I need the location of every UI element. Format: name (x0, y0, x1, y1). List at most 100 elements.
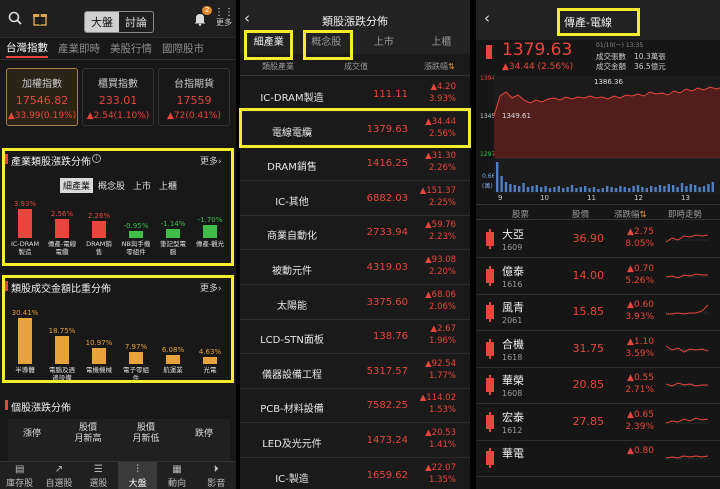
nav-watchlist[interactable]: ↗ 自選股 (39, 462, 78, 489)
sector-volume: 1416.25 (366, 158, 408, 170)
col-trend[interactable]: 即時走勢 (668, 208, 702, 220)
tab-otc[interactable]: 上櫃 (413, 36, 471, 54)
trend-icon (486, 45, 492, 59)
col-change-label: 漲跌幅 (424, 62, 448, 71)
sector-name: 太陽能 (277, 300, 307, 312)
sector-row[interactable]: 儀器設備工程 5317.57 ▲92.54 1.77% (240, 355, 470, 389)
tab-taiwan-index[interactable]: 台灣指數 (6, 40, 48, 58)
volume-bar (667, 184, 670, 192)
tab-listed[interactable]: 上市 (355, 36, 413, 54)
tab-us-stocks[interactable]: 美股行情 (110, 41, 152, 56)
nav-screener[interactable]: ☰ 選股 (79, 462, 118, 489)
stock-row[interactable]: 華榮 1608 20.85 ▲0.55 2.71% (476, 368, 720, 404)
sector-row[interactable]: 電線電纜 1379.63 ▲34.44 2.56% (240, 113, 470, 147)
col-volume[interactable]: 成交值 (344, 61, 368, 72)
volume-bar-value: 4.63% (198, 348, 222, 357)
segment-discuss[interactable]: 討論 (119, 12, 153, 32)
amt-label: 成交金額 (596, 62, 626, 71)
sector-bar[interactable] (203, 225, 217, 238)
sector-name: 儀器設備工程 (262, 369, 322, 381)
sector-row[interactable]: 商業自動化 2733.94 ▲59.76 2.23% (240, 216, 470, 251)
index-change: ▲33.99(0.19%) (7, 111, 77, 121)
volume-bar (570, 185, 574, 192)
segment-market[interactable]: 大盤 (85, 12, 119, 32)
tab-concept[interactable]: 概念股 (298, 36, 356, 54)
search-icon[interactable] (8, 11, 22, 28)
sector-change-pct: 1.77% (428, 370, 456, 381)
top-bar: 大盤 討論 2 ⋮⋮ 更多 (0, 0, 236, 38)
sector-name: IC-製造 (275, 473, 309, 485)
sort-icon: ⇅ (448, 62, 455, 71)
month-high-item[interactable]: 股價 月新高 (68, 423, 108, 445)
volume-bar (614, 188, 618, 192)
sector-row[interactable]: IC-DRAM製造 111.11 ▲4.20 3.93% (240, 78, 470, 112)
volume-bar-label: 航運業 (163, 366, 183, 374)
volume-bar[interactable] (18, 318, 32, 364)
tab-sub-industry[interactable]: 細產業 (240, 36, 298, 54)
sector-name: DRAM銷售 (267, 162, 317, 174)
stock-row[interactable]: 億泰 1616 14.00 ▲0.70 5.26% (476, 259, 720, 295)
month-low-item[interactable]: 股價 月新低 (126, 423, 166, 445)
sector-row[interactable]: LED及光元件 1473.24 ▲20.53 1.41% (240, 424, 470, 458)
sector-bar-chart: 3.93% IC-DRAM製造 2.56% 傳產-電線電纜 2.26% DRAM銷售 -0.… (0, 144, 236, 269)
stock-change: ▲2.75 8.05% (614, 226, 654, 250)
sector-row[interactable]: IC-製造 1659.62 ▲22.07 1.35% (240, 459, 470, 489)
index-card-taiex[interactable]: 加權指數 17546.82 ▲33.99(0.19%) (6, 68, 78, 126)
sector-bar[interactable] (92, 221, 106, 238)
tab-industry-live[interactable]: 產業即時 (58, 41, 100, 56)
nav-trends[interactable]: ▦ 動向 (157, 462, 196, 489)
volume-bar[interactable] (92, 347, 106, 364)
limit-up-item[interactable]: 漲停 (12, 429, 52, 440)
nav-portfolio[interactable]: ▤ 庫存股 (0, 462, 39, 489)
stock-row[interactable]: 風青 2061 15.85 ▲0.60 3.93% (476, 295, 720, 331)
index-card-otc[interactable]: 櫃買指數 233.01 ▲2.54(1.10%) (82, 68, 154, 126)
volume-bar (645, 188, 648, 192)
sector-bar[interactable] (55, 218, 69, 238)
more-label: 更多 (216, 18, 232, 27)
sector-row[interactable]: LCD-STN面板 138.76 ▲2.67 1.96% (240, 320, 470, 355)
sector-change-value: ▲34.44 (425, 116, 456, 127)
volume-bar[interactable] (166, 354, 180, 364)
index-card-futures[interactable]: 台指期貨 17559 ▲72(0.41%) (158, 68, 230, 126)
sector-name: LED及光元件 (262, 439, 322, 450)
sector-name: PCB-材料設備 (260, 404, 324, 416)
stock-row[interactable]: 大亞 1609 36.90 ▲2.75 8.05% (476, 222, 720, 258)
sparkline (666, 272, 710, 279)
limit-down-item[interactable]: 跌停 (184, 429, 224, 440)
sector-bar[interactable] (166, 229, 180, 238)
volume-bar[interactable] (55, 335, 69, 364)
sector-row[interactable]: IC-其他 6882.03 ▲151.37 2.25% (240, 182, 470, 216)
volume-bar[interactable] (203, 357, 217, 364)
col-industry[interactable]: 類股產業 (262, 61, 294, 72)
back-arrow-icon[interactable]: ‹ (484, 9, 490, 27)
gift-icon[interactable] (32, 10, 48, 29)
nav-market[interactable]: ⫶ 大盤 (117, 462, 158, 489)
stock-row[interactable]: 宏泰 1612 27.85 ▲0.65 2.39% (476, 405, 720, 441)
intraday-chart[interactable]: 1386.36 1349.61 (493, 76, 720, 194)
x-tick: 10 (540, 194, 549, 202)
col-stock[interactable]: 股票 (512, 208, 529, 220)
volume-bar (504, 182, 508, 192)
tab-global-markets[interactable]: 國際股市 (162, 41, 204, 56)
volume-bar (509, 184, 512, 192)
sector-row[interactable]: 太陽能 3375.60 ▲68.06 2.06% (240, 286, 470, 320)
high-label: 1386.36 (594, 78, 623, 86)
col-change[interactable]: 漲跌幅⇅ (424, 61, 455, 72)
sector-row[interactable]: DRAM銷售 1416.25 ▲31.30 2.26% (240, 147, 470, 182)
col-price[interactable]: 股價 (572, 208, 589, 220)
nav-video[interactable]: ⏵ 影音 (197, 462, 236, 489)
sector-bar[interactable] (129, 230, 143, 238)
volume-bar[interactable] (129, 352, 143, 364)
volume-bar (518, 186, 521, 192)
sector-volume: 3375.60 (366, 296, 408, 308)
stock-row[interactable]: 華電 ▲0.80 (476, 441, 720, 477)
sector-row[interactable]: PCB-材料設備 7582.25 ▲114.02 1.53% (240, 389, 470, 424)
more-menu-icon[interactable]: ⋮⋮ 更多 (214, 8, 234, 28)
col-change[interactable]: 漲跌幅⇅ (614, 208, 647, 220)
sector-bar[interactable] (18, 208, 32, 238)
stock-row[interactable]: 合機 1618 31.75 ▲1.10 3.59% (476, 332, 720, 368)
sector-row[interactable]: 被動元件 4319.03 ▲93.08 2.20% (240, 251, 470, 285)
sector-bar-value: 2.56% (50, 209, 74, 218)
sector-change: ▲59.76 2.23% (425, 219, 456, 243)
stock-change-value: ▲0.70 (627, 263, 654, 274)
